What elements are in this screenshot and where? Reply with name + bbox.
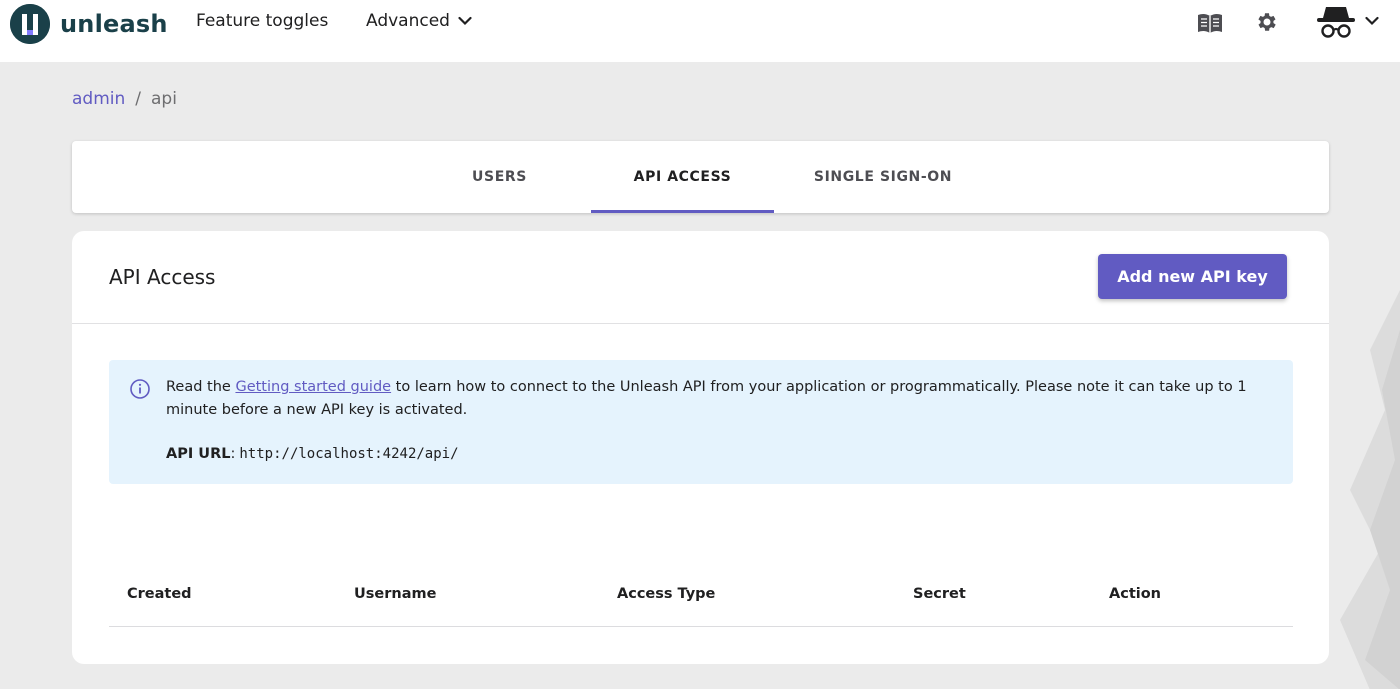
column-header-created: Created — [127, 586, 192, 602]
top-header: unleash Feature toggles Advanced — [0, 0, 1400, 62]
admin-tabs: USERS API ACCESS SINGLE SIGN-ON — [72, 141, 1329, 213]
getting-started-guide-link[interactable]: Getting started guide — [235, 379, 391, 395]
header-divider — [72, 323, 1329, 324]
breadcrumb-admin-link[interactable]: admin — [72, 89, 125, 109]
settings-gear-icon[interactable] — [1254, 9, 1280, 35]
user-incognito-icon[interactable] — [1313, 3, 1359, 41]
column-header-action: Action — [1109, 586, 1162, 602]
column-header-username: Username — [354, 586, 437, 602]
tab-users[interactable]: USERS — [426, 141, 573, 213]
nav-advanced-label: Advanced — [366, 11, 450, 31]
tab-api-access[interactable]: API ACCESS — [591, 141, 774, 213]
nav-advanced-menu[interactable]: Advanced — [366, 11, 472, 31]
column-header-access-type: Access Type — [617, 586, 716, 602]
unleash-logo-icon — [10, 4, 50, 44]
tab-single-sign-on[interactable]: SINGLE SIGN-ON — [790, 141, 976, 213]
api-url-separator: : — [230, 446, 236, 462]
user-menu-chevron-icon[interactable] — [1364, 14, 1380, 28]
breadcrumb: admin / api — [72, 89, 177, 109]
api-url-label: API URL — [166, 446, 231, 462]
column-header-secret: Secret — [913, 586, 966, 602]
nav-feature-toggles[interactable]: Feature toggles — [196, 11, 328, 31]
info-text-before: Read the — [166, 379, 236, 395]
info-alert: Read the Getting started guide to learn … — [109, 360, 1293, 484]
page-title: API Access — [109, 265, 216, 289]
logo-text: unleash — [60, 10, 168, 38]
breadcrumb-separator: / — [135, 89, 142, 109]
api-url-row: API URL: http://localhost:4242/api/ — [166, 446, 459, 462]
info-text: Read the Getting started guide to learn … — [166, 376, 1276, 422]
documentation-book-icon[interactable] — [1195, 10, 1225, 36]
breadcrumb-current: api — [151, 89, 177, 109]
api-url-value: http://localhost:4242/api/ — [239, 446, 459, 462]
chevron-down-icon — [458, 16, 472, 26]
unleash-logo-link[interactable]: unleash — [10, 4, 168, 44]
table-header-divider — [109, 626, 1293, 627]
api-access-card: API Access Add new API key Read the Gett… — [72, 231, 1329, 664]
add-api-key-button[interactable]: Add new API key — [1098, 254, 1287, 299]
info-icon — [129, 378, 151, 404]
